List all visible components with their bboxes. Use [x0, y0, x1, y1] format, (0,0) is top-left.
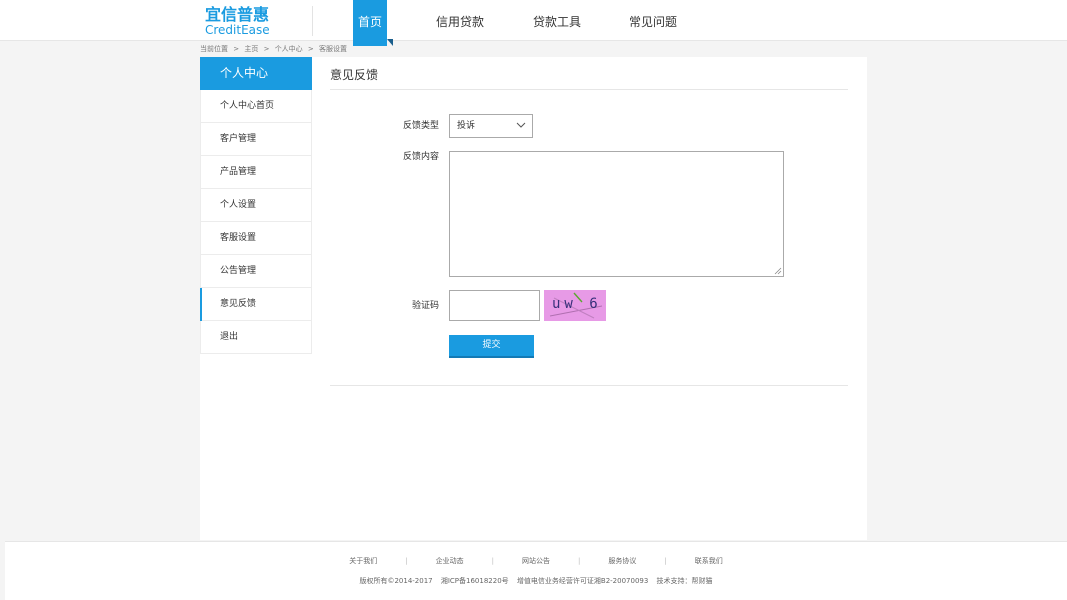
feedback-type-label: 反馈类型 [402, 121, 439, 131]
sidebar-item-service-settings[interactable]: 客服设置 [200, 222, 312, 255]
footer-link-contact[interactable]: 联系我们 [695, 556, 723, 566]
captcha-input[interactable] [449, 290, 540, 321]
breadcrumb-service-settings: 客服设置 [319, 45, 348, 53]
page-title: 意见反馈 [330, 68, 379, 82]
footer-link-announcements[interactable]: 网站公告 [522, 556, 550, 566]
captcha-label: 验证码 [411, 301, 439, 311]
breadcrumb-separator: > [263, 45, 270, 53]
copyright-text: 版权所有©2014-2017 [359, 577, 433, 585]
feedback-content-textarea[interactable] [449, 151, 784, 277]
footer-link-separator: | [578, 557, 581, 565]
submit-button[interactable]: 提交 [449, 335, 534, 358]
sidebar-item-customers[interactable]: 客户管理 [200, 123, 312, 156]
nav-credit-loan[interactable]: 信用贷款 [436, 0, 484, 41]
site-footer: 关于我们 | 企业动态 | 网站公告 | 服务协议 | 联系我们 版权所有©2014-2017 … [5, 541, 1067, 600]
logo-text-en: CreditEase [205, 23, 270, 37]
tech-support-text: 技术支持：帮财猫 [656, 577, 713, 585]
sidebar-item-announcements[interactable]: 公告管理 [200, 255, 312, 288]
creditease-logo[interactable]: 宜信普惠 CreditEase [205, 5, 285, 38]
title-divider [330, 89, 848, 90]
chevron-down-icon [516, 122, 526, 128]
nav-active-indicator [387, 39, 393, 46]
footer-link-news[interactable]: 企业动态 [436, 556, 464, 566]
icp-text: 湘ICP备16018220号 [440, 577, 509, 585]
captcha-image[interactable]: uw 6 [544, 290, 606, 321]
footer-links: 关于我们 | 企业动态 | 网站公告 | 服务协议 | 联系我们 [5, 556, 1067, 566]
license-text: 增值电信业务经营许可证湘B2-20070093 [516, 577, 649, 585]
sidebar-item-feedback[interactable]: 意见反馈 [200, 288, 312, 321]
breadcrumb: 当前位置 > 主页 > 个人中心 > 客服设置 [200, 42, 350, 56]
footer-copyright: 版权所有©2014-2017 湘ICP备16018220号 增值电信业务经营许可… [5, 576, 1067, 586]
nav-faq[interactable]: 常见问题 [629, 0, 677, 41]
captcha-text: uw 6 [552, 296, 602, 312]
sidebar-item-products[interactable]: 产品管理 [200, 156, 312, 189]
footer-link-about[interactable]: 关于我们 [349, 556, 377, 566]
breadcrumb-home-link[interactable]: 主页 [244, 45, 258, 53]
footer-link-agreement[interactable]: 服务协议 [608, 556, 636, 566]
sidebar-item-personal-settings[interactable]: 个人设置 [200, 189, 312, 222]
nav-home[interactable]: 首页 [353, 0, 387, 46]
breadcrumb-personal-center-link[interactable]: 个人中心 [275, 45, 303, 53]
sidebar-item-logout[interactable]: 退出 [200, 321, 312, 354]
resize-handle-icon[interactable] [774, 267, 782, 275]
breadcrumb-separator: > [233, 45, 240, 53]
logo-divider [312, 6, 313, 36]
feedback-content-label: 反馈内容 [402, 152, 439, 162]
sidebar-title: 个人中心 [200, 57, 312, 90]
footer-link-separator: | [491, 557, 494, 565]
logo-text-cn: 宜信普惠 [205, 5, 270, 24]
feedback-type-select[interactable]: 投诉 [449, 114, 533, 138]
site-header: 宜信普惠 CreditEase 首页 信用贷款 贷款工具 常见问题 [0, 0, 1067, 46]
footer-link-separator: | [405, 557, 408, 565]
sidebar: 个人中心 个人中心首页 客户管理 产品管理 个人设置 客服设置 公告管理 意见反… [200, 57, 312, 354]
feedback-type-value: 投诉 [457, 121, 476, 131]
breadcrumb-current-label: 当前位置 [200, 45, 228, 53]
footer-link-separator: | [664, 557, 667, 565]
breadcrumb-separator: > [307, 45, 314, 53]
nav-loan-tools[interactable]: 贷款工具 [533, 0, 581, 41]
sidebar-item-personal-home[interactable]: 个人中心首页 [200, 90, 312, 123]
form-bottom-divider [330, 385, 848, 386]
